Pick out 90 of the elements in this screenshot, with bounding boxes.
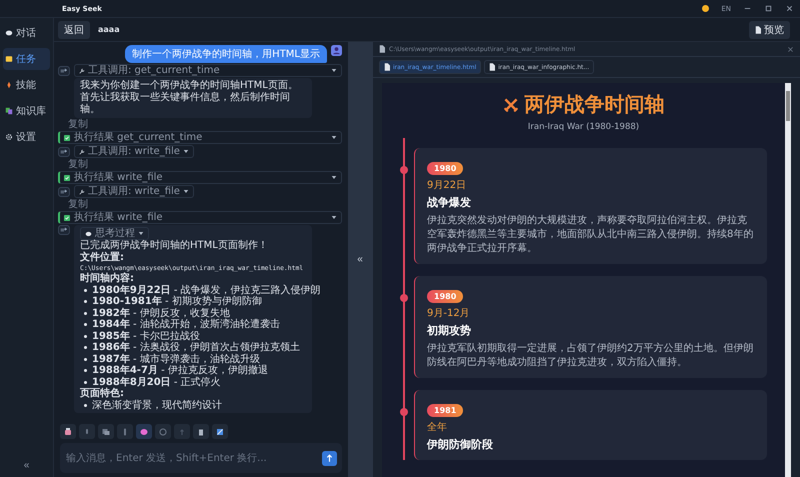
tool-result-toggle[interactable]: 执行结果 get_current_time [58,131,342,144]
task-title: aaaa [98,25,121,34]
sidebar-item[interactable]: 任务 [3,48,50,70]
message-input[interactable]: 输入消息，Enter 发送，Shift+Enter 换行... [60,452,322,464]
theme-icon[interactable] [702,5,710,12]
close-icon[interactable] [787,46,794,52]
user-avatar-icon [331,45,342,56]
page-subtitle: Iran-Iraq War (1980-1988) [526,122,640,132]
assistant-message: 我来为你创建一个两伊战争的时间轴HTML页面。首先让我获取一些关键事件信息，然后制作时间轴。 [74,78,312,118]
chat-bubble-icon [85,230,92,236]
caret-icon [331,135,337,140]
event-description: 伊拉克突然发动对伊朗的大规模进攻，声称要夺取阿拉伯河主权。伊拉克空军轰炸德黑兰等主要城市，地面部队从北中南三路入侵伊朗。持续8年的两伊战争正式拉开序幕。 [427,214,754,256]
document-icon [489,63,496,71]
list-item: 1988年4-7月 - 伊拉克反攻，伊朗撤退 [92,365,268,376]
document-icon [379,45,385,53]
checkbox-icon [64,174,70,180]
settings-icon [5,133,13,141]
list-item: 深色渐变背景，现代简约设计 [92,400,222,411]
wrench-icon [79,148,85,154]
checkbox-icon [64,134,70,140]
wrench-icon [79,188,85,194]
caret-icon [331,175,337,180]
list-item: 1987年 - 城市导弹袭击，油轮战升级 [92,354,260,364]
event-title: 初期攻势 [427,323,472,338]
scrollbar[interactable] [785,83,791,477]
list-item: 1980-1981年 - 初期攻势与伊朗防御 [92,296,262,308]
sidebar-item[interactable]: 设置 [3,126,50,148]
event-date: 9月-12月 [427,307,471,320]
event-date: 9月22日 [427,179,468,192]
copy-button[interactable]: 复制 [68,159,88,170]
year-badge: 1980 [427,290,464,303]
list-item: 1986年 - 法奥战役，伊朗首次占领伊拉克领土 [92,342,300,354]
message-text: 已完成两伊战争时间轴的HTML页面制作！ [80,240,269,252]
back-button[interactable]: 返回 [58,20,90,38]
bot-avatar-icon [58,66,70,76]
send-button[interactable] [322,450,337,466]
caret-icon [138,231,144,236]
bot-avatar-icon [58,146,70,156]
event-title: 伊朗防御阶段 [427,437,494,452]
document-icon [384,63,390,71]
picture-icon[interactable] [212,424,228,439]
bot-avatar-icon [58,186,70,196]
event-date: 全年 [427,421,448,434]
folder-icon [5,55,13,63]
event-description: 伊拉克军队初期取得一定进展，占领了伊朗约2万平方公里的土地。但伊朗防线在阿巴丹等地成功阻挡了伊拉克进攻，双方陷入僵持。 [427,342,754,370]
trash-icon[interactable] [193,424,209,439]
crossed-swords-icon [502,96,518,112]
message-field[interactable]: 输入消息，Enter 发送，Shift+Enter 换行... [60,443,342,473]
user-message: 制作一个两伊战争的时间轴，用HTML显示 [125,45,327,63]
caret-icon [182,189,189,194]
copy-button[interactable]: 复制 [68,199,88,210]
section-heading: 文件位置: [80,252,125,263]
event-title: 战争爆发 [427,195,472,210]
tool-call-toggle[interactable]: 工具调用: write_file [74,145,194,158]
checkbox-icon [64,214,70,220]
year-badge: 1980 [427,162,464,175]
books-icon [5,107,13,115]
wrench-icon [79,68,85,74]
collapse-preview-button[interactable]: « [357,254,363,265]
caret-icon [331,215,337,220]
chat-bubble-icon [5,29,13,37]
list-item: 1985年 - 卡尔巴拉战役 [92,330,200,342]
caret-icon [331,68,337,73]
globe-icon[interactable] [155,424,171,439]
tool-result-toggle[interactable]: 执行结果 write_file [58,171,342,184]
preview-button[interactable]: 预览 [749,20,790,38]
list-item: 1980年9月22日 - 战争爆发，伊拉克三路入侵伊朗 [92,284,321,296]
year-badge: 1981 [427,404,464,417]
list-item: 1982年 - 伊朗反攻，收复失地 [92,308,230,318]
collapse-button[interactable]: « [22,458,32,473]
tool-call-toggle[interactable]: 工具调用: get_current_time [74,64,342,77]
section-heading: 页面特色: [80,388,125,400]
section-heading: 时间轴内容: [80,273,135,284]
image-icon[interactable] [98,424,114,439]
arrow-up-icon [324,452,335,464]
close-icon[interactable] [785,4,794,13]
sidebar-item[interactable]: 对话 [3,22,50,44]
thinking-label: 思考过程 [95,228,135,239]
tool-call-toggle[interactable]: 工具调用: write_file [74,185,194,198]
thinking-toggle[interactable]: 思考过程 [80,227,149,240]
sidebar-item[interactable]: 知识库 [3,100,50,122]
maximize-icon[interactable] [764,4,773,13]
document-icon [755,26,761,34]
list-item: 1988年8月20日 - 正式停火 [92,376,221,388]
copy-button[interactable]: 复制 [68,119,88,130]
caret-icon [182,149,189,154]
sidebar-item[interactable]: 技能 [3,74,50,96]
page-title: 两伊战争时间轴 [524,91,664,118]
bot-avatar-icon [58,225,70,235]
list-item: 1984年 - 油轮战开始，波斯湾油轮遭袭击 [92,319,280,330]
